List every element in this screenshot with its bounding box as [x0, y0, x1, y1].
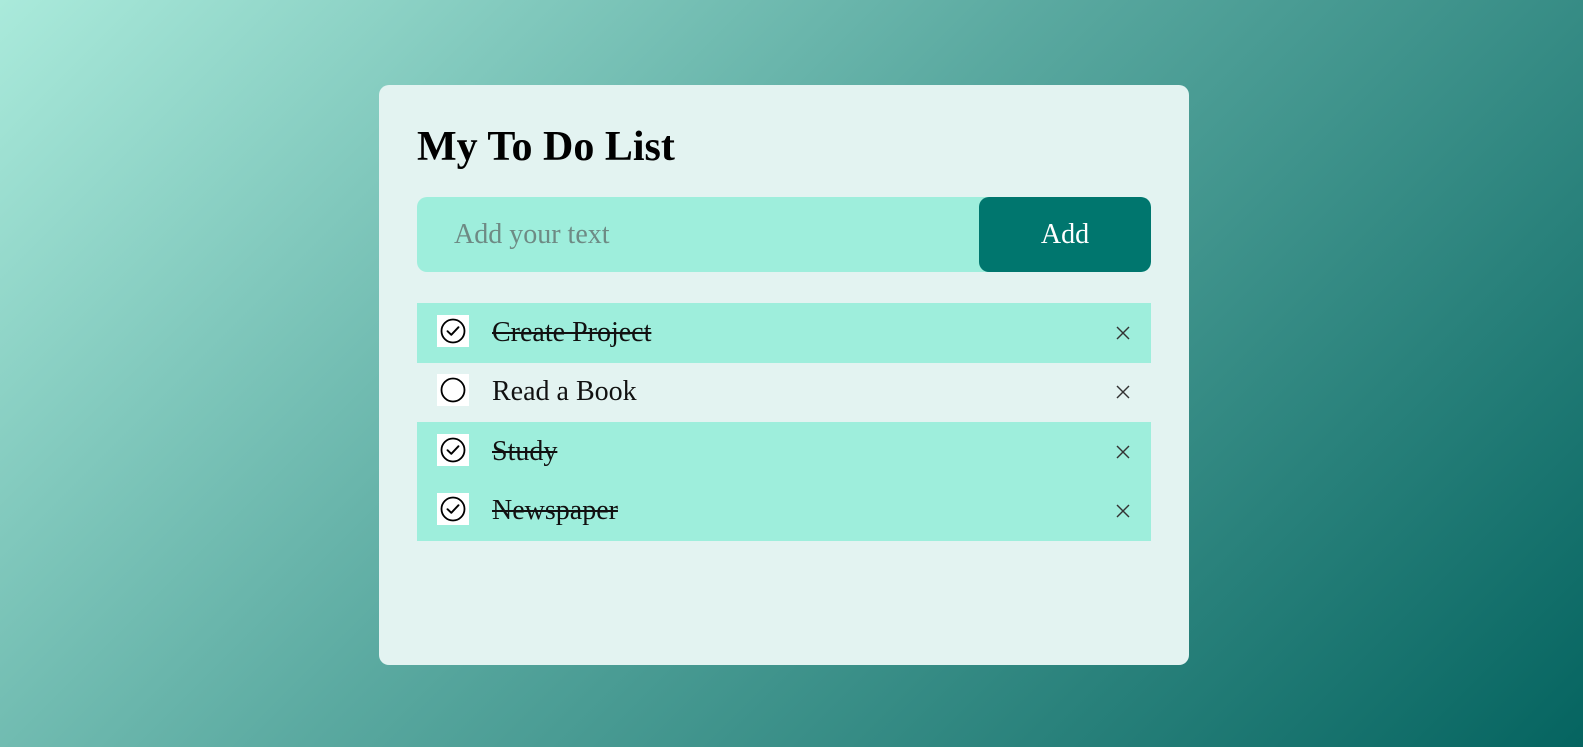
check-circle-icon	[440, 318, 466, 344]
todo-label: Study	[492, 435, 558, 467]
close-icon	[1116, 445, 1130, 459]
add-row: Add	[417, 197, 1151, 272]
close-icon[interactable]	[1113, 501, 1133, 521]
checkbox[interactable]	[437, 493, 469, 526]
close-icon[interactable]	[1113, 323, 1133, 343]
checkbox[interactable]	[437, 433, 469, 466]
todo-label: Read a Book	[492, 376, 637, 408]
todo-item[interactable]: Create Project	[417, 303, 1151, 363]
check-circle-icon	[440, 437, 466, 463]
close-icon[interactable]	[1113, 382, 1133, 402]
add-button[interactable]: Add	[979, 197, 1151, 272]
todo-card: My To Do List Add Create Project Read a …	[379, 85, 1189, 665]
todo-input[interactable]	[417, 197, 979, 272]
checkbox[interactable]	[437, 314, 469, 347]
todo-list: Create Project Read a Book Study Newspap…	[417, 303, 1151, 541]
todo-label: Create Project	[492, 316, 652, 348]
page-title: My To Do List	[417, 124, 675, 170]
close-icon[interactable]	[1113, 442, 1133, 462]
close-icon	[1116, 326, 1130, 340]
todo-item[interactable]: Read a Book	[417, 363, 1151, 423]
todo-label: Newspaper	[492, 495, 618, 527]
todo-item[interactable]: Study	[417, 422, 1151, 482]
close-icon	[1116, 504, 1130, 518]
check-circle-icon	[440, 496, 466, 522]
checkbox[interactable]	[437, 374, 469, 407]
close-icon	[1116, 385, 1130, 399]
todo-item[interactable]: Newspaper	[417, 481, 1151, 541]
empty-circle-icon	[440, 377, 466, 403]
